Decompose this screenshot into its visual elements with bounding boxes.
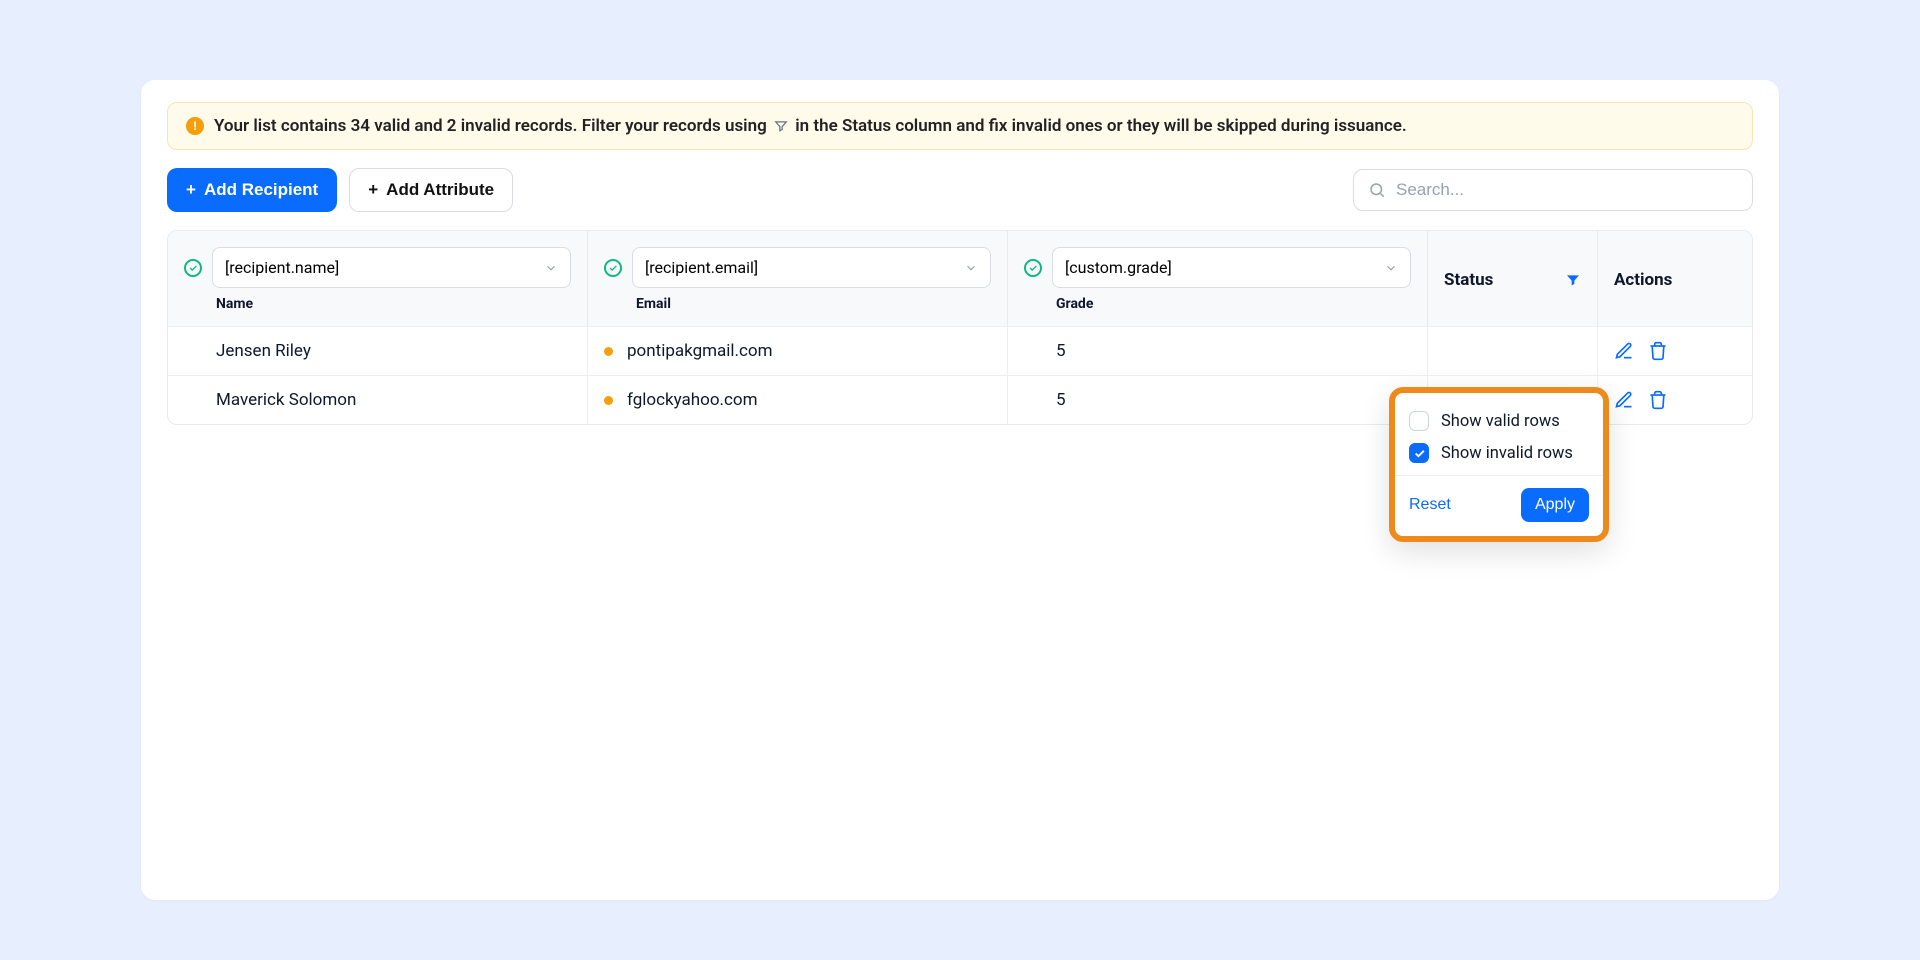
column-attr-select-name[interactable]: [recipient.name] bbox=[212, 247, 571, 288]
column-header-name: Name bbox=[216, 296, 571, 312]
check-circle-icon bbox=[184, 259, 202, 277]
divider bbox=[1395, 475, 1603, 476]
column-attr-select-grade[interactable]: [custom.grade] bbox=[1052, 247, 1411, 288]
delete-button[interactable] bbox=[1648, 390, 1668, 410]
records-validity-alert: ! Your list contains 34 valid and 2 inva… bbox=[167, 102, 1753, 150]
filter-option-label: Show invalid rows bbox=[1441, 444, 1573, 463]
column-header-email: Email bbox=[636, 296, 991, 312]
edit-button[interactable] bbox=[1614, 390, 1634, 410]
select-value: [recipient.email] bbox=[645, 258, 758, 277]
add-attribute-button[interactable]: + Add Attribute bbox=[349, 168, 513, 212]
edit-button[interactable] bbox=[1614, 341, 1634, 361]
warning-icon: ! bbox=[186, 117, 204, 135]
search-icon bbox=[1368, 181, 1386, 199]
warning-dot-icon bbox=[604, 396, 613, 405]
filter-option-invalid[interactable]: Show invalid rows bbox=[1409, 443, 1589, 463]
search-input[interactable] bbox=[1396, 180, 1738, 200]
chevron-down-icon bbox=[544, 261, 558, 275]
filter-option-label: Show valid rows bbox=[1441, 412, 1560, 431]
cell-grade: 5 bbox=[1056, 390, 1066, 410]
checkbox-checked[interactable] bbox=[1409, 443, 1429, 463]
table-row: Jensen Riley pontipakgmail.com 5 bbox=[168, 326, 1752, 375]
cell-name: Maverick Solomon bbox=[216, 390, 356, 410]
alert-text-post: in the Status column and fix invalid one… bbox=[795, 116, 1407, 136]
column-header-grade: Grade bbox=[1056, 296, 1411, 312]
plus-icon: + bbox=[368, 180, 378, 200]
alert-text: Your list contains 34 valid and 2 invali… bbox=[214, 116, 1407, 136]
cell-email: fglockyahoo.com bbox=[627, 390, 758, 410]
cell-email: pontipakgmail.com bbox=[627, 341, 773, 361]
chevron-down-icon bbox=[964, 261, 978, 275]
select-value: [recipient.name] bbox=[225, 258, 339, 277]
alert-text-pre: Your list contains 34 valid and 2 invali… bbox=[214, 116, 767, 136]
checkbox-unchecked[interactable] bbox=[1409, 411, 1429, 431]
chevron-down-icon bbox=[1384, 261, 1398, 275]
check-circle-icon bbox=[1024, 259, 1042, 277]
delete-button[interactable] bbox=[1648, 341, 1668, 361]
filter-apply-button[interactable]: Apply bbox=[1521, 488, 1589, 522]
column-header-actions: Actions bbox=[1614, 270, 1672, 290]
cell-name: Jensen Riley bbox=[216, 341, 311, 361]
search-box[interactable] bbox=[1353, 169, 1753, 211]
filter-reset-button[interactable]: Reset bbox=[1409, 496, 1451, 514]
add-attribute-label: Add Attribute bbox=[386, 180, 494, 200]
add-recipient-button[interactable]: + Add Recipient bbox=[167, 168, 337, 212]
filter-icon bbox=[773, 118, 789, 134]
status-filter-button[interactable] bbox=[1565, 272, 1581, 288]
column-attr-select-email[interactable]: [recipient.email] bbox=[632, 247, 991, 288]
add-recipient-label: Add Recipient bbox=[204, 180, 318, 200]
cell-grade: 5 bbox=[1056, 341, 1066, 361]
filter-option-valid[interactable]: Show valid rows bbox=[1409, 411, 1589, 431]
status-filter-popover: Show valid rows Show invalid rows Reset … bbox=[1389, 387, 1609, 542]
toolbar: + Add Recipient + Add Attribute bbox=[167, 168, 1753, 212]
warning-dot-icon bbox=[604, 347, 613, 356]
check-circle-icon bbox=[604, 259, 622, 277]
select-value: [custom.grade] bbox=[1065, 258, 1172, 277]
plus-icon: + bbox=[186, 180, 196, 200]
column-header-status: Status bbox=[1444, 270, 1493, 290]
